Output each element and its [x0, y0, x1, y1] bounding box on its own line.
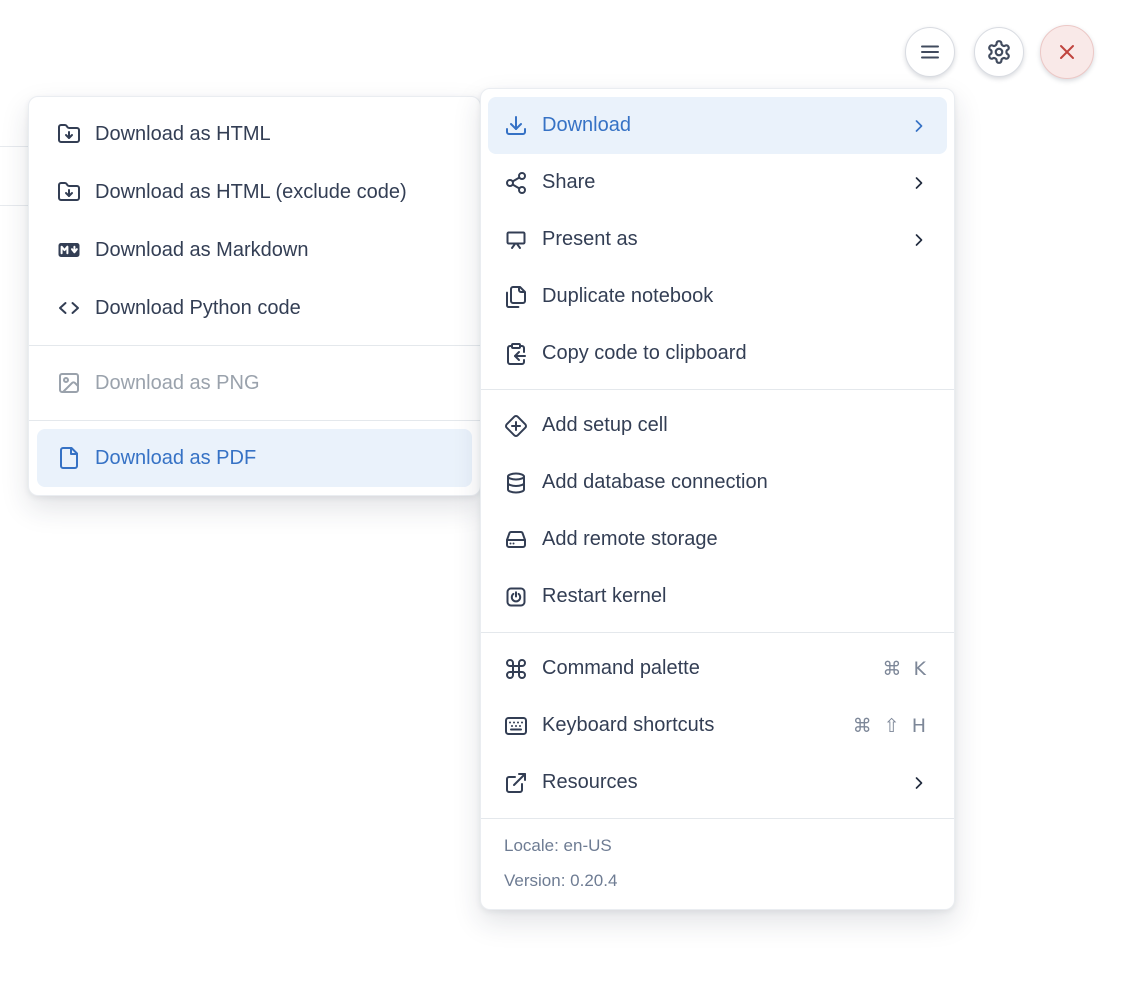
menu-item-download-as-html[interactable]: Download as HTML	[37, 105, 472, 163]
menu-item-add-database-connection[interactable]: Add database connection	[488, 454, 947, 511]
menu-item-label: Resources	[542, 771, 638, 793]
menu-item-label: Share	[542, 171, 596, 193]
menu-item-label: Add database connection	[542, 471, 768, 493]
share-icon	[504, 171, 528, 195]
menu-item-download-as-html-exclude-code[interactable]: Download as HTML (exclude code)	[37, 163, 472, 221]
menu-item-keyboard-shortcuts[interactable]: Keyboard shortcuts ⌘ ⇧ H	[488, 697, 947, 754]
folder-download-icon	[57, 122, 81, 146]
menu-item-label: Download as PDF	[95, 446, 257, 469]
chevron-right-icon	[909, 230, 929, 250]
menu-item-label: Present as	[542, 228, 638, 250]
menu-item-label: Duplicate notebook	[542, 285, 714, 307]
duplicate-icon	[504, 285, 528, 309]
code-icon	[57, 296, 81, 320]
close-icon	[1055, 40, 1079, 64]
menu-separator	[29, 420, 480, 421]
background-rule-line	[0, 205, 29, 206]
menu-item-add-remote-storage[interactable]: Add remote storage	[488, 511, 947, 568]
menu-footer: Locale: en-US Version: 0.20.4	[481, 819, 954, 901]
menu-item-download-python-code[interactable]: Download Python code	[37, 279, 472, 337]
menu-item-label: Copy code to clipboard	[542, 342, 747, 364]
markdown-icon	[57, 238, 81, 262]
hamburger-menu-icon	[918, 40, 942, 64]
download-icon	[504, 114, 528, 138]
menu-separator	[29, 345, 480, 346]
menu-item-share[interactable]: Share	[488, 154, 947, 211]
menu-item-restart-kernel[interactable]: Restart kernel	[488, 568, 947, 625]
database-icon	[504, 471, 528, 495]
menu-item-copy-code-to-clipboard[interactable]: Copy code to clipboard	[488, 325, 947, 382]
command-icon	[504, 657, 528, 681]
folder-download-icon	[57, 180, 81, 204]
settings-button[interactable]	[974, 27, 1024, 77]
download-submenu: Download as HTML Download as HTML (exclud…	[28, 96, 481, 496]
external-link-icon	[504, 771, 528, 795]
diamond-plus-icon	[504, 414, 528, 438]
menu-item-label: Restart kernel	[542, 585, 667, 607]
menu-item-label: Download as HTML (exclude code)	[95, 180, 407, 203]
image-icon	[57, 371, 81, 395]
menu-item-label: Download Python code	[95, 296, 301, 319]
close-button[interactable]	[1040, 25, 1094, 79]
menu-separator	[481, 389, 954, 390]
menu-item-download-as-png: Download as PNG	[37, 354, 472, 412]
file-icon	[57, 446, 81, 470]
menu-item-shortcut: ⌘ K	[882, 657, 929, 680]
menu-button[interactable]	[905, 27, 955, 77]
menu-item-download-as-markdown[interactable]: Download as Markdown	[37, 221, 472, 279]
keyboard-icon	[504, 714, 528, 738]
menu-item-download[interactable]: Download	[488, 97, 947, 154]
gear-icon	[986, 39, 1012, 65]
menu-item-download-as-pdf[interactable]: Download as PDF	[37, 429, 472, 487]
menu-item-shortcut: ⌘ ⇧ H	[852, 714, 929, 737]
menu-item-label: Download as PNG	[95, 371, 260, 394]
menu-item-label: Download	[542, 114, 631, 136]
menu-item-command-palette[interactable]: Command palette ⌘ K	[488, 640, 947, 697]
chevron-right-icon	[909, 116, 929, 136]
menu-item-resources[interactable]: Resources	[488, 754, 947, 811]
menu-item-label: Command palette	[542, 657, 700, 679]
clipboard-copy-icon	[504, 342, 528, 366]
menu-item-label: Download as HTML	[95, 122, 271, 145]
notebook-menu: Download Share Present as Duplicate noteboo…	[480, 88, 955, 910]
menu-item-add-setup-cell[interactable]: Add setup cell	[488, 397, 947, 454]
power-icon	[504, 585, 528, 609]
hard-drive-icon	[504, 528, 528, 552]
locale-text: Locale: en-US	[504, 836, 612, 855]
menu-item-duplicate-notebook[interactable]: Duplicate notebook	[488, 268, 947, 325]
menu-separator	[481, 632, 954, 633]
menu-item-label: Download as Markdown	[95, 238, 309, 261]
presentation-icon	[504, 228, 528, 252]
background-rule-line	[0, 146, 29, 147]
menu-item-label: Keyboard shortcuts	[542, 714, 715, 736]
chevron-right-icon	[909, 773, 929, 793]
chevron-right-icon	[909, 173, 929, 193]
version-text: Version: 0.20.4	[504, 871, 618, 890]
menu-item-label: Add remote storage	[542, 528, 718, 550]
menu-item-label: Add setup cell	[542, 414, 668, 436]
menu-item-present-as[interactable]: Present as	[488, 211, 947, 268]
